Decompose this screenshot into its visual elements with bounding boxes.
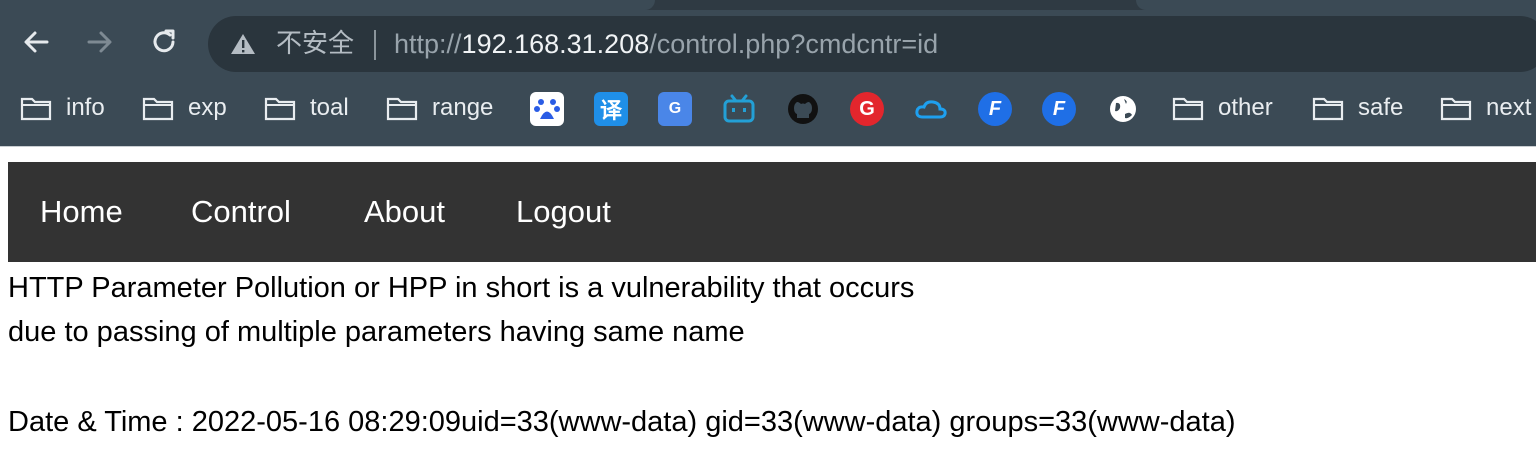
nav-link-logout[interactable]: Logout xyxy=(516,162,611,262)
f-glyph: F xyxy=(1052,97,1066,120)
background-tab[interactable] xyxy=(1136,0,1536,10)
cloud-icon[interactable] xyxy=(914,92,948,126)
page-top-edge xyxy=(0,146,1536,163)
url-text[interactable]: http://192.168.31.208/control.php?cmdcnt… xyxy=(394,29,938,59)
command-output: Date & Time : 2022-05-16 08:29:09uid=33(… xyxy=(8,406,1236,438)
site-navbar: Home Control About Logout xyxy=(8,162,1536,262)
reload-icon xyxy=(153,29,175,53)
tv-icon xyxy=(723,94,755,123)
folder-icon xyxy=(386,97,418,121)
nav-link-about[interactable]: About xyxy=(364,162,445,262)
warning-triangle-icon[interactable] xyxy=(230,32,256,56)
folder-icon xyxy=(264,97,296,121)
g-logo-icon[interactable]: G xyxy=(850,92,884,126)
baidu-paw-icon xyxy=(534,99,560,119)
description-line-2: due to passing of multiple parameters ha… xyxy=(8,316,745,348)
description-line-1: HTTP Parameter Pollution or HPP in short… xyxy=(8,272,915,304)
bookmark-label: info xyxy=(66,94,105,121)
nav-link-control[interactable]: Control xyxy=(191,162,291,262)
active-tab[interactable] xyxy=(0,0,655,10)
f-glyph: F xyxy=(988,97,1002,120)
browser-chrome: 不安全 http://192.168.31.208/control.php?cm… xyxy=(0,0,1536,146)
bookmark-label: next xyxy=(1486,94,1532,121)
page-content: HTTP Parameter Pollution or HPP in short… xyxy=(8,266,1528,444)
back-arrow-icon xyxy=(24,31,49,53)
globe-icon[interactable] xyxy=(1106,92,1140,126)
url-scheme: http:// xyxy=(394,29,462,59)
f-logo-icon[interactable]: F xyxy=(978,92,1012,126)
folder-icon xyxy=(1312,97,1344,121)
cloud-shape-icon xyxy=(915,100,947,119)
forward-arrow-icon xyxy=(87,31,112,53)
omnibox-separator xyxy=(374,30,376,60)
url-path: /control.php?cmdcntr=id xyxy=(649,29,939,59)
globe-shape-icon xyxy=(1110,96,1136,122)
address-bar[interactable]: 不安全 http://192.168.31.208/control.php?cm… xyxy=(208,16,1536,72)
bookmark-label: safe xyxy=(1358,94,1404,121)
forward-button[interactable] xyxy=(82,24,118,60)
github-octocat-icon xyxy=(788,94,818,124)
bookmark-folder-exp[interactable]: exp xyxy=(142,92,227,124)
toolbar: 不安全 http://192.168.31.208/control.php?cm… xyxy=(0,10,1536,76)
github-icon[interactable] xyxy=(786,92,820,126)
bookmark-label: range xyxy=(432,94,494,121)
g-glyph: G xyxy=(859,97,875,120)
bookmark-label: toal xyxy=(310,94,349,121)
bookmark-folder-safe[interactable]: safe xyxy=(1312,92,1403,124)
google-translate-icon[interactable]: G xyxy=(658,92,692,126)
bilibili-icon[interactable] xyxy=(722,92,756,126)
folder-icon xyxy=(1172,97,1204,121)
bookmark-folder-other[interactable]: other xyxy=(1172,92,1273,124)
folder-icon xyxy=(1440,97,1472,121)
folder-icon xyxy=(20,97,52,121)
security-status-label[interactable]: 不安全 xyxy=(276,30,354,58)
f-logo-icon-2[interactable]: F xyxy=(1042,92,1076,126)
back-button[interactable] xyxy=(18,24,54,60)
bookmark-folder-toal[interactable]: toal xyxy=(264,92,349,124)
url-host: 192.168.31.208 xyxy=(461,29,650,59)
bookmark-label: other xyxy=(1218,94,1273,121)
bookmark-label: exp xyxy=(188,94,227,121)
nav-link-home[interactable]: Home xyxy=(40,162,123,262)
google-translate-glyph: G xyxy=(668,100,682,117)
bookmarks-bar: info exp toal range 译 G G F F other safe… xyxy=(0,80,1536,136)
reload-button[interactable] xyxy=(146,24,182,60)
bookmark-folder-info[interactable]: info xyxy=(20,92,105,124)
translate-glyph: 译 xyxy=(599,99,622,124)
baidu-icon[interactable] xyxy=(530,92,564,126)
bookmark-folder-next[interactable]: next xyxy=(1440,92,1531,124)
translate-icon[interactable]: 译 xyxy=(594,92,628,126)
folder-icon xyxy=(142,97,174,121)
bookmark-folder-range[interactable]: range xyxy=(386,92,493,124)
